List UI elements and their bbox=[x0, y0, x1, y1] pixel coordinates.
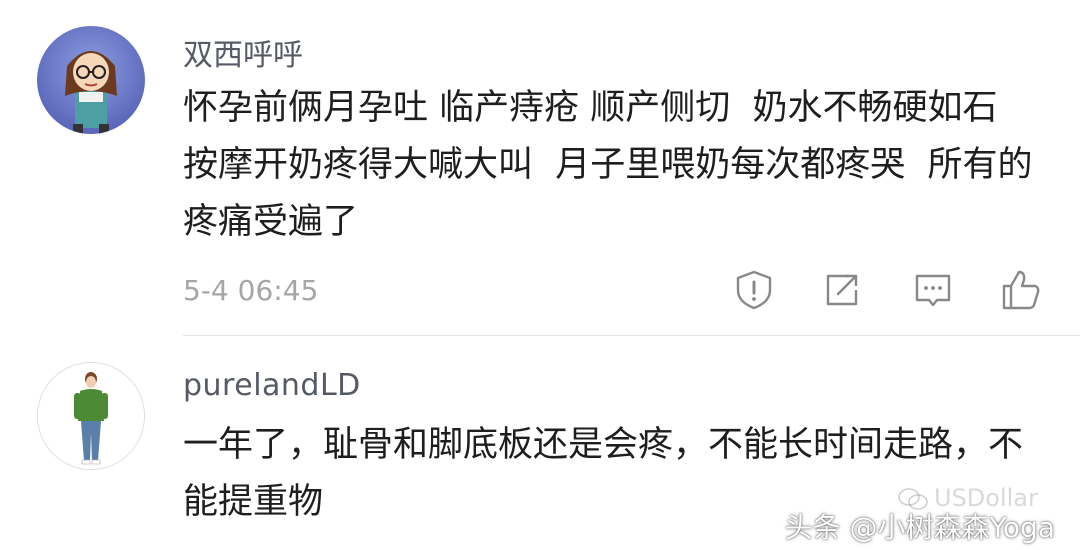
username[interactable]: purelandLD bbox=[183, 368, 361, 403]
avatar-cartoon-girl-image bbox=[37, 26, 145, 134]
avatar[interactable] bbox=[37, 26, 145, 134]
avatar[interactable] bbox=[37, 362, 145, 470]
comment-text: 怀孕前俩月孕吐 临产痔疮 顺产侧切 奶水不畅硬如石 按摩开奶疼得大喊大叫 月子里… bbox=[183, 88, 1033, 242]
report-icon[interactable] bbox=[732, 268, 776, 312]
share-icon[interactable] bbox=[820, 268, 864, 312]
comment-meta: 5-4 06:45 bbox=[183, 268, 1043, 318]
username[interactable]: 双西呼呼 bbox=[183, 30, 303, 74]
comment-item: 双西呼呼 怀孕前俩月孕吐 临产痔疮 顺产侧切 奶水不畅硬如石 按摩开奶疼得大喊大… bbox=[0, 0, 1080, 335]
avatar-standing-man-image bbox=[38, 363, 144, 469]
watermark-brand: 头条 @小树森森Yoga bbox=[784, 511, 1055, 544]
timestamp: 5-4 06:45 bbox=[183, 274, 319, 307]
like-icon[interactable] bbox=[998, 268, 1042, 312]
reply-icon[interactable] bbox=[911, 268, 955, 312]
